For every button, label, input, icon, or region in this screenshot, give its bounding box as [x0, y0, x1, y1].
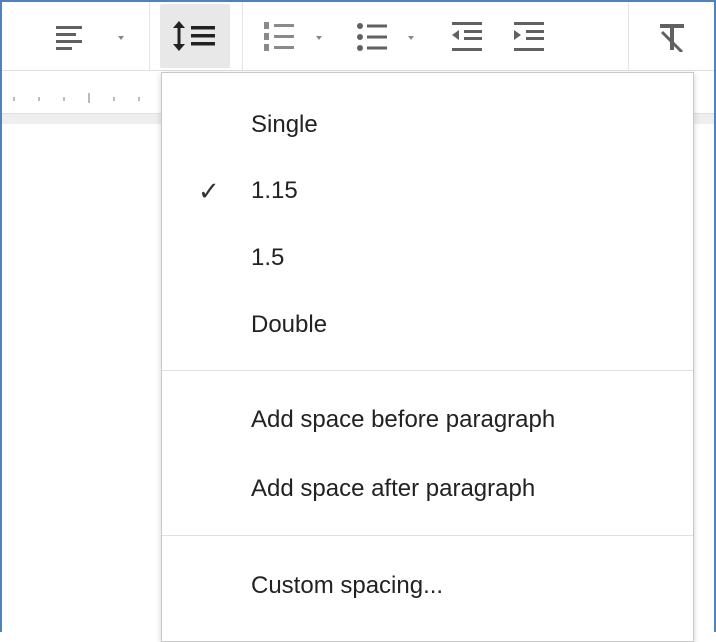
ruler-ticks: [13, 93, 140, 103]
menu-item-add-space-before[interactable]: Add space before paragraph: [162, 389, 693, 451]
menu-item-label: Double: [251, 311, 328, 338]
menu-item-label: 1.5: [251, 244, 285, 271]
menu-divider: [162, 535, 693, 536]
clear-formatting-button[interactable]: [642, 4, 702, 68]
increase-indent-button[interactable]: [504, 4, 556, 68]
menu-item-label: Single: [251, 111, 318, 138]
bulleted-list-icon: [357, 22, 389, 52]
decrease-indent-icon: [452, 22, 484, 52]
line-spacing-icon: [173, 21, 217, 51]
numbered-list-icon: [264, 22, 296, 52]
line-spacing-button[interactable]: [160, 4, 230, 68]
bulleted-list-button[interactable]: [348, 4, 434, 68]
toolbar: [2, 2, 714, 71]
checkmark-icon: ✓: [198, 175, 220, 206]
decrease-indent-button[interactable]: [442, 4, 494, 68]
numbered-list-button[interactable]: [254, 4, 342, 68]
bulleted-list-dropdown-icon: [408, 36, 414, 40]
menu-item-double[interactable]: Double: [162, 294, 693, 356]
menu-item-custom-spacing[interactable]: Custom spacing...: [162, 555, 693, 617]
numbered-list-dropdown-icon: [316, 36, 322, 40]
align-button[interactable]: [42, 4, 138, 68]
menu-divider: [162, 370, 693, 371]
menu-item-add-space-after[interactable]: Add space after paragraph: [162, 458, 693, 520]
align-icon: [56, 24, 86, 50]
menu-item-label: Add space before paragraph: [251, 406, 556, 433]
menu-item-label: 1.15: [251, 177, 298, 204]
menu-item-1-15[interactable]: ✓ 1.15: [162, 160, 693, 222]
align-dropdown-icon: [118, 36, 124, 40]
clear-formatting-icon: [658, 22, 688, 54]
menu-item-label: Custom spacing...: [251, 572, 444, 599]
menu-item-1-5[interactable]: 1.5: [162, 227, 693, 289]
ruler: [2, 71, 162, 113]
line-spacing-menu: Single ✓ 1.15 1.5 Double Add space befor…: [161, 72, 694, 642]
menu-item-label: Add space after paragraph: [251, 475, 536, 502]
menu-item-single[interactable]: Single: [162, 94, 693, 156]
increase-indent-icon: [514, 22, 546, 52]
